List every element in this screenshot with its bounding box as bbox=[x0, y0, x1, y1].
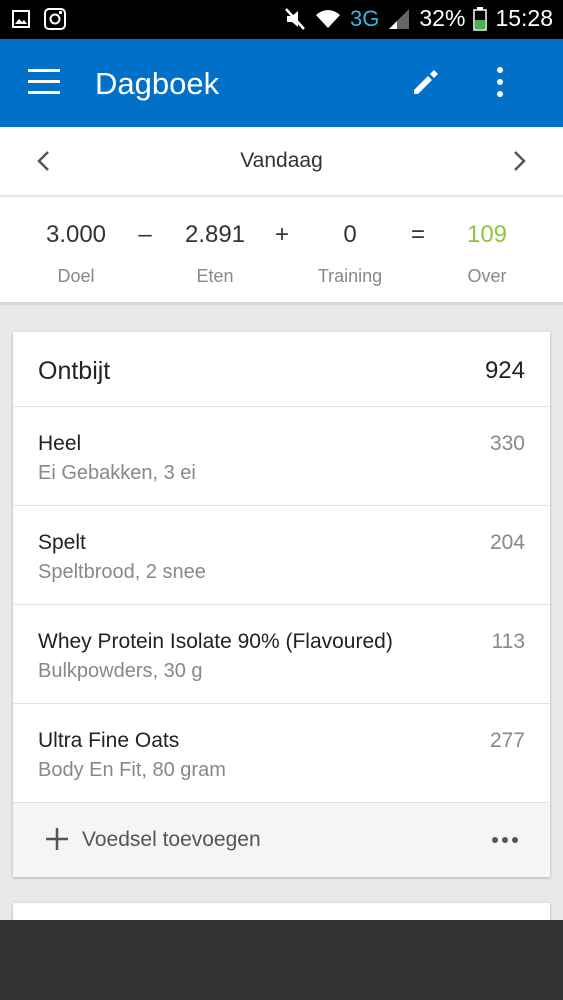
food-description: Ei Gebakken, 3 ei bbox=[38, 462, 196, 484]
instagram-notification-icon bbox=[44, 8, 66, 30]
wifi-icon bbox=[316, 9, 341, 28]
remaining-column: 109 Over bbox=[447, 221, 527, 287]
food-calories: 113 bbox=[491, 630, 525, 653]
meal-header[interactable]: Ontbijt 924 bbox=[13, 332, 550, 407]
remaining-label: Over bbox=[467, 266, 507, 286]
meal-name: Ontbijt bbox=[38, 357, 111, 385]
exercise-label: Training bbox=[317, 266, 383, 286]
image-notification-icon bbox=[12, 10, 30, 28]
food-column: 2.891 Eten bbox=[175, 221, 255, 287]
hamburger-menu-icon[interactable] bbox=[28, 69, 60, 95]
food-label: Eten bbox=[196, 266, 234, 286]
more-horizontal-icon[interactable] bbox=[491, 835, 519, 845]
meal-footer: Voedsel toevoegen bbox=[13, 803, 550, 877]
clock: 15:28 bbox=[495, 5, 553, 31]
network-type: 3G bbox=[350, 5, 380, 31]
calorie-summary: 3.000 Doel – 2.891 Eten + 0 Training = 1… bbox=[0, 197, 563, 305]
date-label: Vandaag bbox=[240, 149, 323, 172]
food-name: Spelt bbox=[38, 531, 86, 554]
exercise-column: 0 Training bbox=[305, 221, 395, 287]
exercise-value: 0 bbox=[343, 221, 357, 248]
page-title: Dagboek bbox=[95, 66, 220, 101]
chevron-right-icon[interactable] bbox=[505, 147, 533, 175]
food-value: 2.891 bbox=[184, 221, 246, 248]
food-calories: 204 bbox=[489, 531, 525, 554]
minus-operator: – bbox=[138, 221, 152, 248]
remaining-value: 109 bbox=[466, 221, 508, 248]
goal-column: 3.000 Doel bbox=[36, 221, 116, 287]
food-calories: 277 bbox=[489, 729, 525, 752]
food-name: Heel bbox=[38, 432, 82, 455]
food-description: Bulkpowders, 30 g bbox=[38, 660, 203, 682]
equals-operator: = bbox=[410, 221, 425, 248]
battery-icon bbox=[473, 6, 488, 31]
food-entry[interactable]: Ultra Fine Oats Body En Fit, 80 gram 277 bbox=[13, 704, 550, 803]
goal-label: Doel bbox=[57, 266, 95, 286]
food-description: Body En Fit, 80 gram bbox=[38, 759, 226, 781]
meal-total-calories: 924 bbox=[484, 357, 525, 384]
pencil-icon[interactable] bbox=[410, 66, 442, 98]
battery-percentage: 32% bbox=[419, 5, 466, 31]
food-calories: 330 bbox=[489, 432, 525, 455]
app-bar: Dagboek bbox=[0, 39, 563, 127]
food-name: Ultra Fine Oats bbox=[38, 729, 180, 752]
system-navigation-bar bbox=[0, 920, 563, 1000]
status-bar: 3G 32% 15:28 bbox=[0, 0, 563, 39]
more-vertical-icon[interactable] bbox=[488, 65, 512, 99]
plus-operator: + bbox=[274, 221, 289, 248]
food-entry[interactable]: Heel Ei Gebakken, 3 ei 330 bbox=[13, 407, 550, 506]
food-entry[interactable]: Whey Protein Isolate 90% (Flavoured) Bul… bbox=[13, 605, 550, 704]
mute-icon bbox=[285, 7, 305, 30]
meal-card-breakfast: Ontbijt 924 Heel Ei Gebakken, 3 ei 330 S… bbox=[13, 332, 550, 877]
food-entry[interactable]: Spelt Speltbrood, 2 snee 204 bbox=[13, 506, 550, 605]
plus-icon[interactable] bbox=[45, 827, 69, 851]
food-description: Speltbrood, 2 snee bbox=[38, 561, 206, 583]
add-food-button[interactable]: Voedsel toevoegen bbox=[82, 828, 261, 852]
signal-icon bbox=[389, 8, 410, 29]
food-name: Whey Protein Isolate 90% (Flavoured) bbox=[38, 630, 393, 653]
date-navigation: Vandaag bbox=[0, 127, 563, 196]
goal-value: 3.000 bbox=[45, 221, 107, 248]
